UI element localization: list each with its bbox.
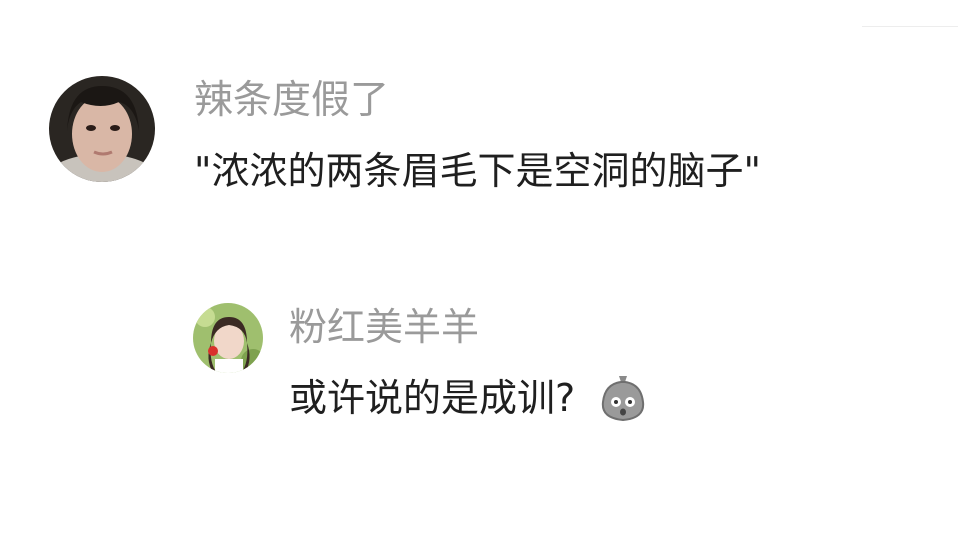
avatar[interactable] <box>193 303 263 373</box>
username[interactable]: 粉红美羊羊 <box>289 302 479 352</box>
top-divider <box>862 26 958 27</box>
avatar-image <box>49 76 155 182</box>
surprised-sack-emoji-icon <box>597 372 649 424</box>
avatar-image <box>193 303 263 373</box>
comment-text: "浓浓的两条眉毛下是空洞的脑子" <box>194 149 761 193</box>
comment-body: 或许说的是成训? <box>289 372 649 424</box>
username[interactable]: 辣条度假了 <box>194 76 389 126</box>
comment-text: 或许说的是成训? <box>289 376 576 420</box>
avatar[interactable] <box>49 76 155 182</box>
